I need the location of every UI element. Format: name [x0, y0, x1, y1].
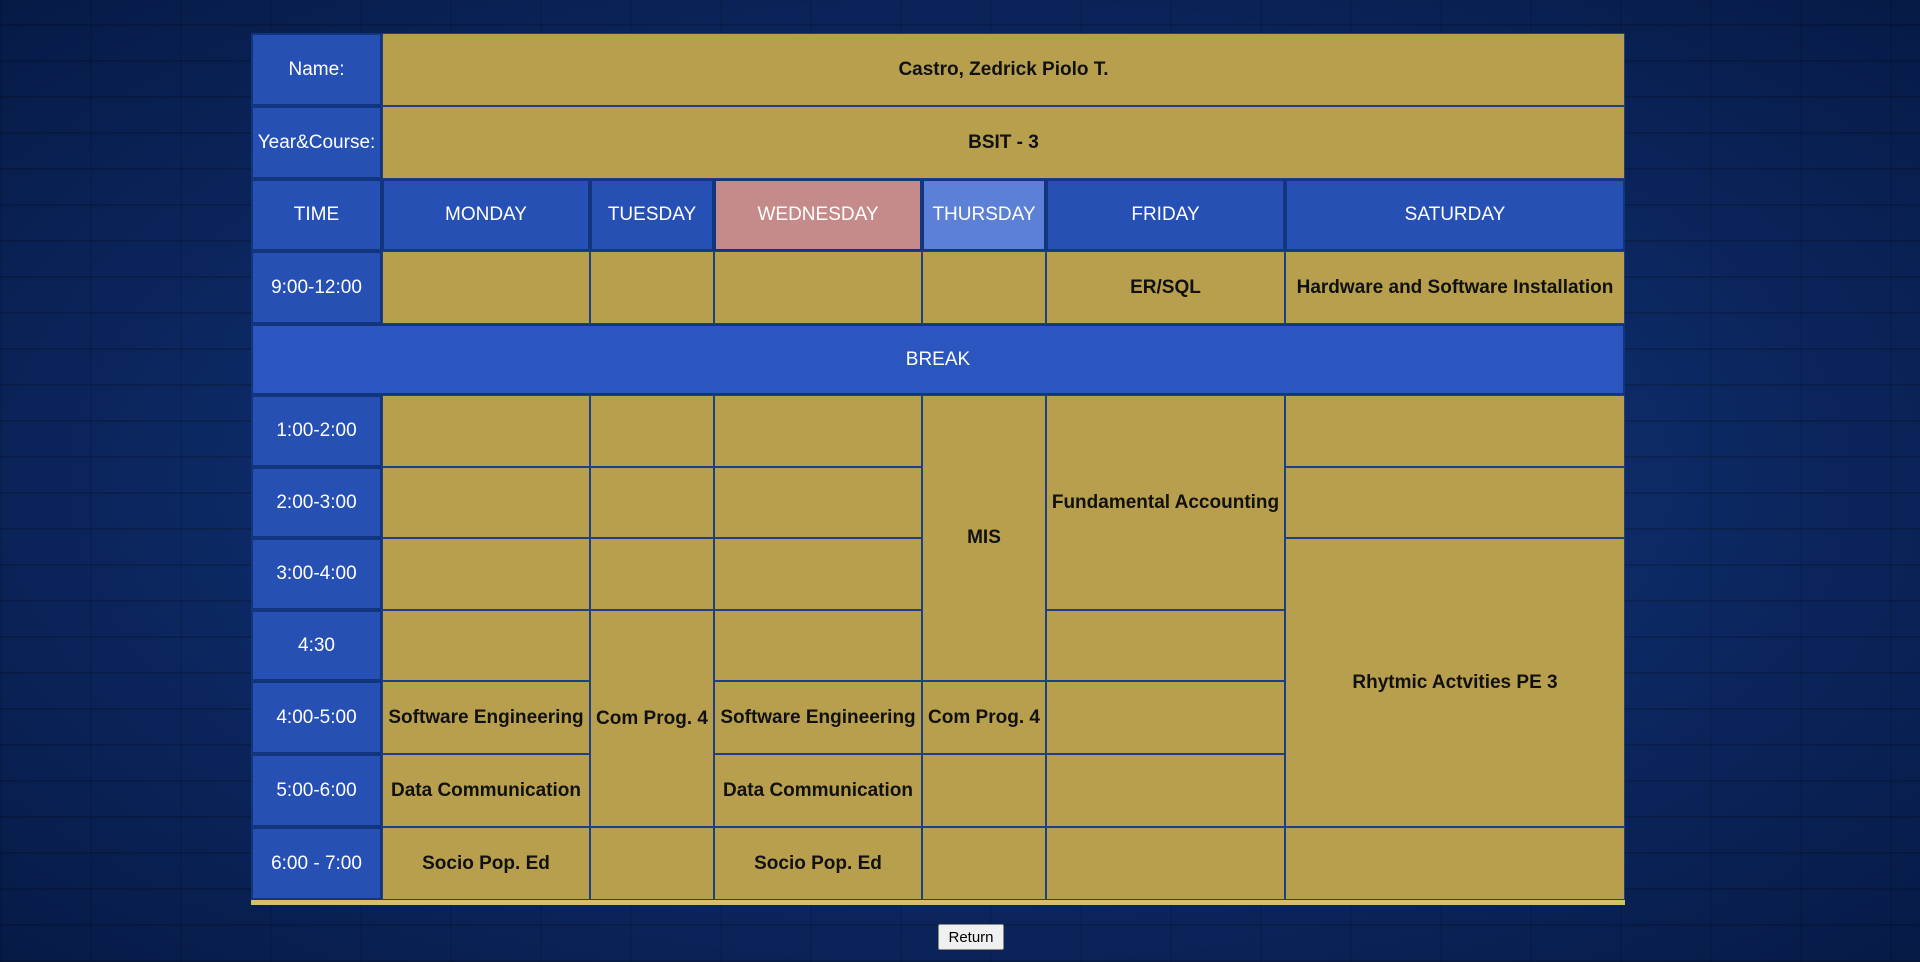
empty-slot [590, 538, 714, 610]
header-monday: MONDAY [382, 179, 590, 251]
empty-slot [382, 467, 590, 538]
class-rhytmic-activities-pe3: Rhytmic Actvities PE 3 [1285, 538, 1625, 827]
empty-slot [714, 395, 922, 467]
time-slot: 3:00-4:00 [251, 538, 382, 610]
empty-slot [382, 538, 590, 610]
break-row: BREAK [251, 324, 1625, 395]
empty-slot [922, 251, 1046, 324]
time-slot: 4:30 [251, 610, 382, 681]
empty-slot [382, 610, 590, 681]
class-socio-pop-ed: Socio Pop. Ed [714, 827, 922, 900]
empty-slot [1046, 827, 1285, 900]
empty-slot [714, 610, 922, 681]
class-fundamental-accounting: Fundamental Accounting [1046, 395, 1285, 610]
empty-slot [382, 251, 590, 324]
class-mis: MIS [922, 395, 1046, 681]
empty-slot [590, 467, 714, 538]
empty-slot [714, 251, 922, 324]
class-hardware-software: Hardware and Software Installation [1285, 251, 1625, 324]
return-button[interactable]: Return [938, 924, 1004, 950]
class-software-engineering: Software Engineering [382, 681, 590, 754]
empty-slot [1046, 681, 1285, 754]
header-thursday: THURSDAY [922, 179, 1046, 251]
schedule-table: Name: Castro, Zedrick Piolo T. Year&Cour… [251, 33, 1625, 905]
time-slot: 6:00 - 7:00 [251, 827, 382, 900]
empty-slot [714, 538, 922, 610]
empty-slot [714, 467, 922, 538]
time-slot: 4:00-5:00 [251, 681, 382, 754]
class-data-communication: Data Communication [382, 754, 590, 827]
empty-slot [382, 395, 590, 467]
empty-slot [922, 754, 1046, 827]
class-socio-pop-ed: Socio Pop. Ed [382, 827, 590, 900]
class-data-communication: Data Communication [714, 754, 922, 827]
class-com-prog-4: Com Prog. 4 [590, 610, 714, 827]
empty-slot [590, 827, 714, 900]
empty-slot [1285, 827, 1625, 900]
year-course-value: BSIT - 3 [382, 106, 1625, 179]
time-slot: 5:00-6:00 [251, 754, 382, 827]
empty-slot [590, 395, 714, 467]
header-tuesday: TUESDAY [590, 179, 714, 251]
class-software-engineering: Software Engineering [714, 681, 922, 754]
year-course-label: Year&Course: [251, 106, 382, 179]
header-wednesday: WEDNESDAY [714, 179, 922, 251]
time-slot: 1:00-2:00 [251, 395, 382, 467]
time-slot: 9:00-12:00 [251, 251, 382, 324]
time-slot: 2:00-3:00 [251, 467, 382, 538]
class-com-prog-4: Com Prog. 4 [922, 681, 1046, 754]
empty-slot [1285, 467, 1625, 538]
empty-slot [922, 827, 1046, 900]
class-er-sql: ER/SQL [1046, 251, 1285, 324]
empty-slot [590, 251, 714, 324]
header-friday: FRIDAY [1046, 179, 1285, 251]
empty-slot [1285, 395, 1625, 467]
student-name: Castro, Zedrick Piolo T. [382, 33, 1625, 106]
empty-slot [1046, 754, 1285, 827]
name-label: Name: [251, 33, 382, 106]
empty-slot [1046, 610, 1285, 681]
header-saturday: SATURDAY [1285, 179, 1625, 251]
header-time: TIME [251, 179, 382, 251]
